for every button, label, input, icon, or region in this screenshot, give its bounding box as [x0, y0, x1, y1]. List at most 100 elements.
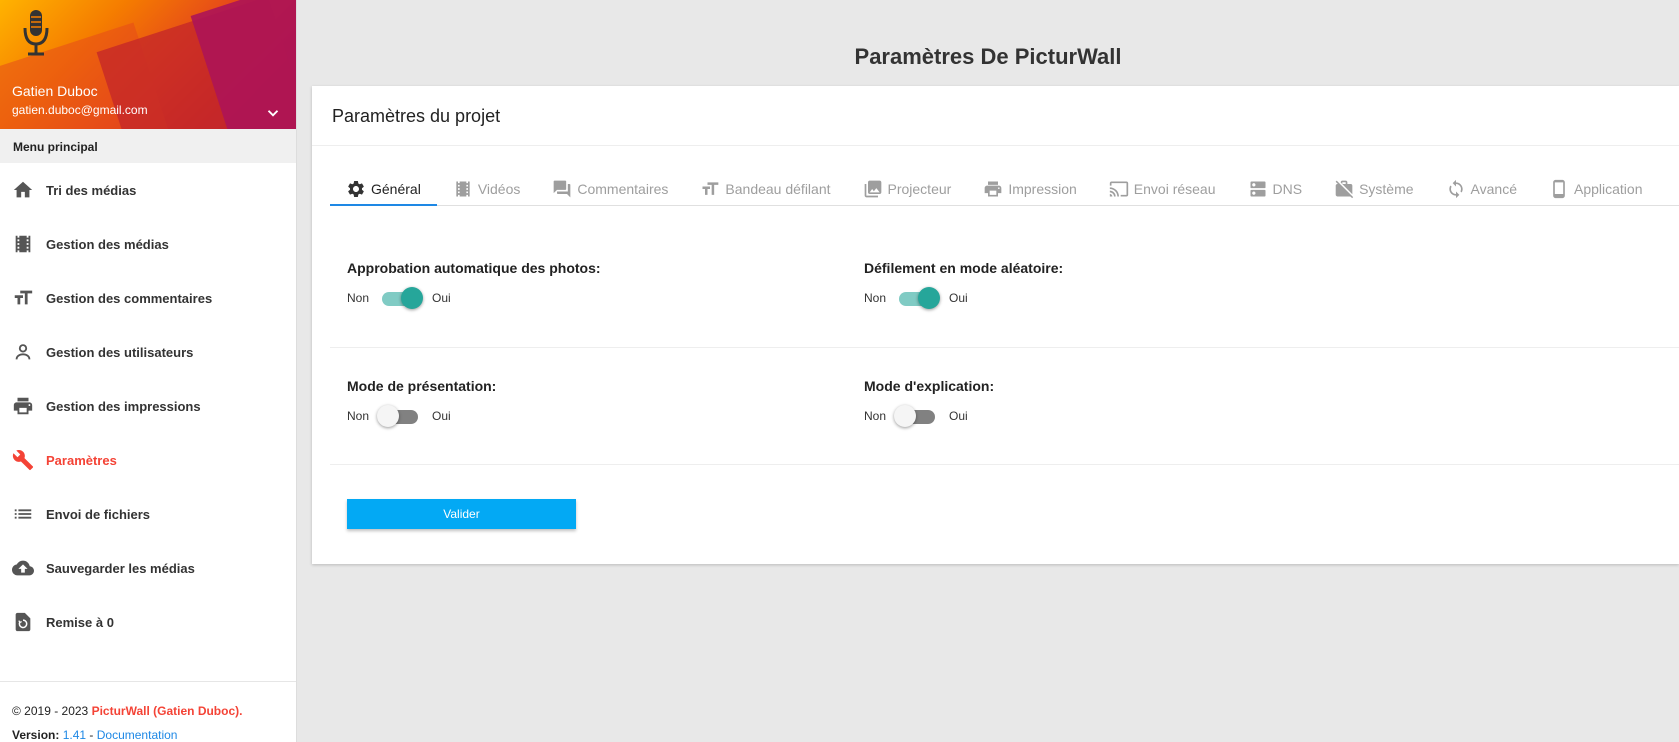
sidebar-footer: © 2019 - 2023 PicturWall (Gatien Duboc).…: [0, 681, 296, 742]
sidebar-item-label: Gestion des utilisateurs: [46, 344, 194, 360]
version-label: Version:: [12, 728, 60, 742]
settings-card: Paramètres du projet Général Vidéos Comm…: [312, 86, 1679, 564]
sidebar-item-label: Gestion des médias: [46, 236, 169, 252]
setting-approbation-automatique: Approbation automatique des photos: Non …: [347, 260, 601, 309]
film-icon: [12, 233, 34, 255]
card-title: Paramètres du projet: [312, 86, 1679, 146]
setting-label: Défilement en mode aléatoire:: [864, 260, 1064, 276]
toggle-off-label: Non: [864, 291, 887, 305]
settings-section-1: Approbation automatique des photos: Non …: [330, 220, 1679, 348]
user-email: gatien.duboc@gmail.com: [12, 103, 148, 117]
tab-envoi-reseau[interactable]: Envoi réseau: [1093, 181, 1232, 206]
sidebar-item-label: Envoi de fichiers: [46, 506, 151, 522]
tab-label: Envoi réseau: [1133, 181, 1216, 197]
tab-label: Général: [371, 181, 421, 197]
tab-videos[interactable]: Vidéos: [437, 181, 537, 206]
setting-mode-explication: Mode d'explication: Non Oui: [864, 378, 995, 427]
sidebar-item-label: Gestion des impressions: [46, 398, 201, 414]
tab-label: Avancé: [1470, 181, 1517, 197]
tab-label: Vidéos: [477, 181, 521, 197]
sync-icon: [1448, 179, 1463, 199]
toggle-on-label: Oui: [432, 409, 451, 423]
setting-label: Mode d'explication:: [864, 378, 995, 394]
sidebar-item-label: Gestion des commentaires: [46, 290, 213, 306]
tab-label: DNS: [1272, 181, 1303, 197]
tab-label: Impression: [1008, 181, 1077, 197]
tab-label: Commentaires: [577, 181, 669, 197]
home-icon: [12, 179, 34, 201]
version-line: Version: 1.41 - Documentation: [12, 723, 284, 742]
sidebar-item-gestion-des-utilisateurs[interactable]: Gestion des utilisateurs: [0, 325, 296, 379]
presentation-mode-toggle[interactable]: [377, 405, 420, 427]
phone-icon: [1553, 179, 1565, 199]
submit-button[interactable]: Valider: [347, 499, 576, 529]
cast-icon: [1109, 181, 1128, 197]
tab-commentaires[interactable]: Commentaires: [536, 180, 684, 206]
tab-label: Bandeau défilant: [725, 181, 831, 197]
sidebar-item-tri-des-medias[interactable]: Tri des médias: [0, 163, 296, 217]
work-off-icon: [1335, 180, 1354, 199]
version-link[interactable]: 1.41: [63, 728, 86, 742]
settings-section-2: Mode de présentation: Non Oui Mode d'exp…: [330, 348, 1679, 465]
toggle-row: Non Oui: [864, 287, 1063, 309]
sidebar-item-gestion-des-medias[interactable]: Gestion des médias: [0, 217, 296, 271]
sidebar-item-gestion-des-commentaires[interactable]: Gestion des commentaires: [0, 271, 296, 325]
tab-general[interactable]: Général: [330, 181, 437, 206]
sidebar-item-label: Paramètres: [46, 452, 117, 468]
toggle-on-label: Oui: [432, 291, 451, 305]
documentation-link[interactable]: Documentation: [97, 728, 178, 742]
version-separator: -: [89, 728, 94, 742]
settings-tabs: Général Vidéos Commentaires Bandeau défi…: [330, 179, 1679, 206]
image-icon: [864, 180, 881, 198]
toggle-off-label: Non: [347, 291, 370, 305]
profile-header: Gatien Duboc gatien.duboc@gmail.com: [0, 0, 296, 129]
sidebar-item-label: Remise à 0: [46, 614, 114, 630]
printer-icon: [984, 181, 1002, 197]
film-icon: [456, 181, 470, 197]
auto-approval-toggle[interactable]: [380, 287, 424, 309]
sidebar: Gatien Duboc gatien.duboc@gmail.com Menu…: [0, 0, 297, 742]
setting-label: Mode de présentation:: [347, 378, 497, 394]
chevron-down-icon[interactable]: [264, 104, 282, 122]
tab-avance[interactable]: Avancé: [1430, 179, 1533, 206]
setting-label: Approbation automatique des photos:: [347, 260, 601, 276]
tab-impression[interactable]: Impression: [967, 181, 1092, 206]
dns-icon: [1250, 181, 1265, 197]
gear-icon: [348, 181, 364, 197]
tab-systeme[interactable]: Système: [1318, 180, 1429, 206]
wrench-icon: [12, 449, 34, 471]
copyright-text: © 2019 - 2023: [12, 704, 89, 718]
person-icon: [12, 341, 34, 363]
tab-dns[interactable]: DNS: [1232, 181, 1319, 206]
sidebar-item-gestion-des-impressions[interactable]: Gestion des impressions: [0, 379, 296, 433]
page-title: Paramètres De PicturWall: [854, 44, 1122, 69]
tab-label: Projecteur: [887, 181, 952, 197]
sidebar-item-label: Sauvegarder les médias: [46, 560, 195, 576]
sidebar-item-remise-a-0[interactable]: Remise à 0: [0, 595, 296, 649]
tab-application[interactable]: Application: [1533, 179, 1659, 206]
restore-icon: [12, 611, 34, 633]
cloud-upload-icon: [12, 557, 34, 579]
sidebar-item-parametres[interactable]: Paramètres: [0, 433, 296, 487]
sidebar-item-sauvegarder-les-medias[interactable]: Sauvegarder les médias: [0, 541, 296, 595]
toggle-row: Non Oui: [347, 287, 601, 309]
tab-projecteur[interactable]: Projecteur: [847, 180, 968, 206]
printer-icon: [12, 395, 34, 417]
toggle-on-label: Oui: [949, 291, 968, 305]
toggle-on-label: Oui: [949, 409, 968, 423]
random-scroll-toggle[interactable]: [897, 287, 941, 309]
tab-label: Application: [1573, 181, 1643, 197]
sidebar-item-envoi-de-fichiers[interactable]: Envoi de fichiers: [0, 487, 296, 541]
setting-defilement-aleatoire: Défilement en mode aléatoire: Non Oui: [864, 260, 1064, 309]
sidebar-item-label: Tri des médias: [46, 182, 137, 198]
text-size-icon: [12, 287, 34, 309]
setting-mode-presentation: Mode de présentation: Non Oui: [347, 378, 497, 427]
tab-bandeau-defilant[interactable]: Bandeau défilant: [684, 181, 846, 206]
user-name: Gatien Duboc: [12, 83, 98, 99]
toggle-off-label: Non: [347, 409, 370, 423]
menu-header: Menu principal: [0, 129, 296, 163]
toggle-row: Non Oui: [347, 405, 496, 427]
tab-label: Système: [1359, 181, 1414, 197]
microphone-icon: [23, 10, 49, 56]
explanation-mode-toggle[interactable]: [894, 405, 937, 427]
